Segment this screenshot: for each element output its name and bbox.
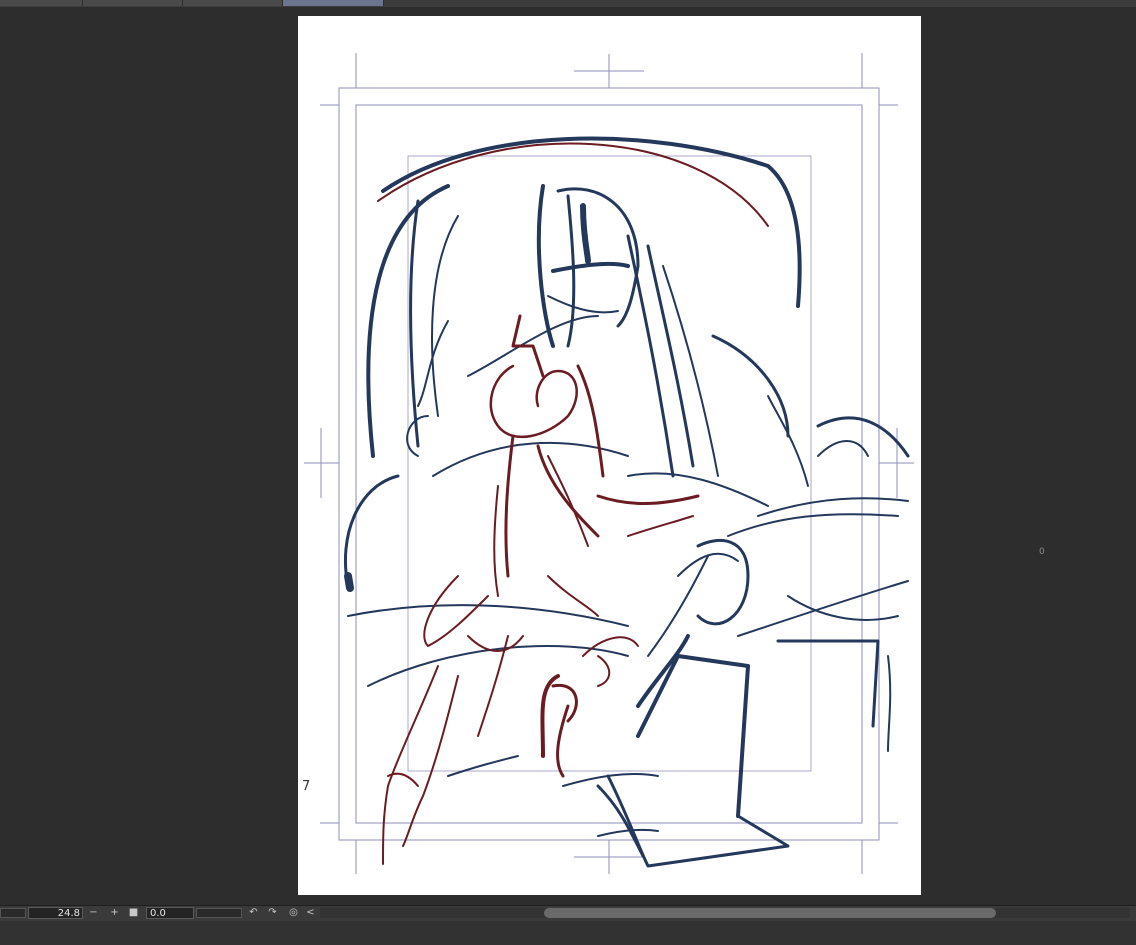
rotate-right-icon[interactable]: ↷: [266, 907, 279, 919]
sketch-drawing: [304, 53, 914, 874]
flip-horizontal-icon[interactable]: <: [304, 907, 317, 919]
document-tab[interactable]: [83, 0, 183, 6]
rotation-slider[interactable]: [196, 908, 242, 918]
fit-to-window-icon[interactable]: ■: [127, 907, 140, 919]
bottom-panel: [0, 921, 1136, 945]
rotate-left-icon[interactable]: ↶: [247, 907, 260, 919]
document-tab-active[interactable]: [283, 0, 384, 6]
navigator-status-bar: 24.8 − + ■ 0.0 ↶ ↷ ◎ <: [0, 905, 1136, 921]
document-tab[interactable]: [0, 0, 83, 6]
zoom-out-icon[interactable]: −: [87, 907, 100, 919]
zoom-slider[interactable]: [0, 908, 26, 918]
document-tab[interactable]: [183, 0, 283, 6]
rotation-angle-field[interactable]: 0.0: [146, 907, 194, 919]
zoom-level-field[interactable]: 24.8: [28, 907, 83, 919]
reset-rotation-icon[interactable]: ◎: [287, 907, 300, 919]
crop-guides: [304, 53, 914, 874]
cursor-mark: 0: [1039, 547, 1045, 557]
page-number-label: 7: [302, 779, 311, 794]
zoom-in-icon[interactable]: +: [108, 907, 121, 919]
horizontal-scrollbar[interactable]: [320, 908, 1130, 918]
canvas-workspace[interactable]: 7 0: [0, 7, 1136, 905]
canvas-page[interactable]: [298, 16, 921, 895]
scrollbar-thumb[interactable]: [544, 908, 996, 918]
document-tab-bar: [0, 0, 1136, 7]
